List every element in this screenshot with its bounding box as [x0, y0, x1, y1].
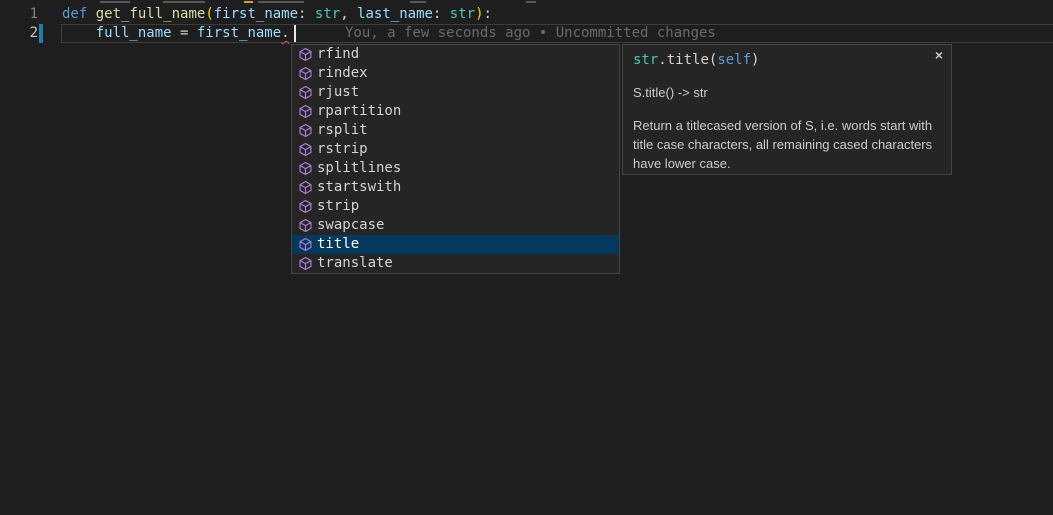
error-squiggle: .	[281, 25, 289, 41]
symbol-method-icon	[298, 180, 313, 195]
suggest-item-rindex[interactable]: rindex	[292, 64, 619, 83]
code-token: ,	[340, 6, 357, 22]
suggest-item-label: rjust	[317, 83, 359, 102]
code-line-1[interactable]: 1 def get_full_name(first_name: str, last…	[0, 5, 1053, 24]
symbol-method-icon	[298, 104, 313, 119]
code-token: str	[315, 6, 340, 22]
code-token: str	[450, 6, 475, 22]
breadcrumb-remnant-mark	[100, 1, 130, 3]
symbol-method-icon	[298, 237, 313, 252]
code-token: )	[475, 6, 483, 22]
code-token	[62, 25, 96, 41]
gutter-modified-indicator	[39, 24, 43, 43]
code-token: :	[484, 6, 492, 22]
symbol-method-icon	[298, 85, 313, 100]
suggest-doc-popup: str.title(self) × S.title() -> str Retur…	[622, 44, 952, 175]
suggest-item-title[interactable]: title	[292, 235, 619, 254]
suggest-item-label: strip	[317, 197, 359, 216]
breadcrumb-remnant-mark	[526, 1, 536, 3]
suggest-item-label: splitlines	[317, 159, 401, 178]
suggest-item-rjust[interactable]: rjust	[292, 83, 619, 102]
code-token: def	[62, 6, 87, 22]
suggest-item-swapcase[interactable]: swapcase	[292, 216, 619, 235]
suggest-item-label: translate	[317, 254, 393, 273]
symbol-method-icon	[298, 142, 313, 157]
line-number[interactable]: 1	[0, 5, 38, 24]
code-token: full_name	[96, 25, 172, 41]
code-token: )	[751, 52, 759, 68]
code-token: first_name	[197, 25, 281, 41]
close-icon[interactable]: ×	[935, 48, 943, 62]
code-text: full_name = first_name.	[62, 24, 290, 43]
line-number[interactable]: 2	[0, 24, 38, 43]
suggest-item-splitlines[interactable]: splitlines	[292, 159, 619, 178]
suggest-item-translate[interactable]: translate	[292, 254, 619, 273]
code-token: (	[205, 6, 213, 22]
suggest-item-label: title	[317, 235, 359, 254]
code-token: :	[433, 6, 450, 22]
code-token: .title(	[658, 52, 717, 68]
suggest-widget: rfindrindexrjustrpartitionrsplitrstripsp…	[291, 44, 620, 274]
symbol-method-icon	[298, 161, 313, 176]
symbol-method-icon	[298, 199, 313, 214]
doc-description: Return a titlecased version of S, i.e. w…	[633, 116, 933, 173]
breadcrumb-remnant-mark	[258, 1, 304, 3]
blame-annotation: You, a few seconds ago • Uncommitted cha…	[345, 24, 716, 43]
suggest-item-label: swapcase	[317, 216, 384, 235]
text-cursor	[294, 25, 296, 42]
code-line-2[interactable]: 2 full_name = first_name. You, a few seco…	[0, 24, 1053, 43]
editor-screen: 1def get_full_name(first_name: str, last…	[0, 0, 1053, 515]
suggest-item-label: rindex	[317, 64, 368, 83]
code-token: first_name	[214, 6, 298, 22]
doc-summary: S.title() -> str	[633, 84, 941, 101]
suggest-item-label: startswith	[317, 178, 401, 197]
code-area[interactable]: 1def get_full_name(first_name: str, last…	[0, 5, 1053, 43]
symbol-method-icon	[298, 123, 313, 138]
symbol-method-icon	[298, 66, 313, 81]
code-token: :	[298, 6, 315, 22]
doc-signature: str.title(self)	[633, 51, 941, 70]
breadcrumb-remnant-symbol-mark	[244, 1, 253, 3]
code-token: get_full_name	[96, 6, 206, 22]
breadcrumb-remnant	[0, 0, 1053, 4]
symbol-method-icon	[298, 218, 313, 233]
code-token	[87, 6, 95, 22]
suggest-item-label: rstrip	[317, 140, 368, 159]
suggest-item-rfind[interactable]: rfind	[292, 45, 619, 64]
breadcrumb-remnant-mark	[410, 1, 426, 3]
symbol-method-icon	[298, 47, 313, 62]
suggest-item-startswith[interactable]: startswith	[292, 178, 619, 197]
suggest-item-rpartition[interactable]: rpartition	[292, 102, 619, 121]
suggest-item-strip[interactable]: strip	[292, 197, 619, 216]
code-token: str	[633, 52, 658, 68]
suggest-item-label: rpartition	[317, 102, 401, 121]
suggest-item-label: rfind	[317, 45, 359, 64]
breadcrumb-remnant-mark	[163, 1, 205, 3]
code-token: =	[172, 25, 197, 41]
symbol-method-icon	[298, 256, 313, 271]
suggest-item-rsplit[interactable]: rsplit	[292, 121, 619, 140]
suggest-item-label: rsplit	[317, 121, 368, 140]
code-token: self	[717, 52, 751, 68]
code-text: def get_full_name(first_name: str, last_…	[62, 5, 492, 24]
suggest-item-rstrip[interactable]: rstrip	[292, 140, 619, 159]
code-token: last_name	[357, 6, 433, 22]
